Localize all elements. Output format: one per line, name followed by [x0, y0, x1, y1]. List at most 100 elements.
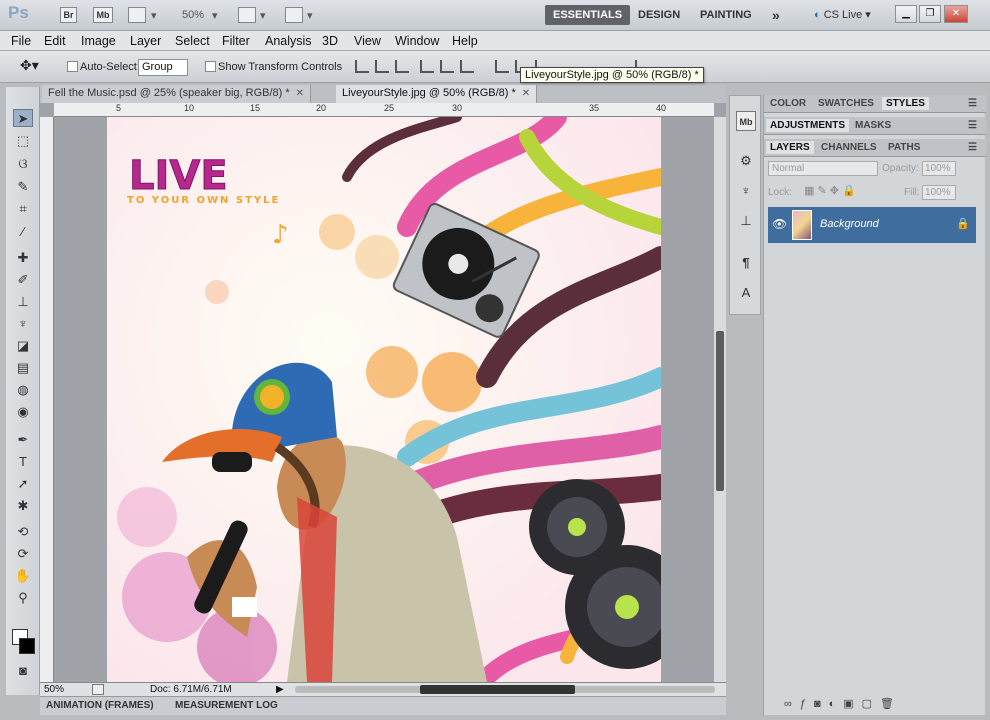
opacity-field[interactable]: 100% — [922, 161, 956, 176]
screen-mode-icon[interactable] — [285, 7, 303, 23]
align-right-icon[interactable] — [460, 60, 474, 73]
align-middle-icon[interactable] — [375, 60, 389, 73]
lasso-tool-icon[interactable]: ଓ — [13, 155, 33, 173]
3d-rotate-tool-icon[interactable]: ⟲ — [13, 523, 33, 541]
align-top-icon[interactable] — [355, 60, 369, 73]
chevron-down-icon[interactable]: ▾ — [151, 9, 157, 22]
zoom-level[interactable]: 50% — [182, 9, 204, 21]
arrange-documents-icon[interactable] — [238, 7, 256, 23]
workspace-painting-button[interactable]: PAINTING — [692, 5, 760, 25]
workspace-essentials-button[interactable]: ESSENTIALS — [545, 5, 631, 25]
clone-source-icon[interactable]: ⊥ — [736, 211, 756, 231]
panel-menu-icon[interactable]: ☰ — [964, 97, 981, 110]
minimize-button[interactable]: ▁ — [895, 5, 917, 23]
eyedropper-tool-icon[interactable]: ⁄ — [13, 223, 33, 241]
paragraph-panel-icon[interactable]: ¶ — [736, 253, 756, 273]
tab-adjustments[interactable]: ADJUSTMENTS — [766, 119, 850, 132]
menu-filter[interactable]: Filter — [222, 34, 250, 48]
zoom-tool-icon[interactable]: ⚲ — [13, 589, 33, 607]
panel-menu-icon[interactable]: ☰ — [964, 141, 981, 154]
align-center-icon[interactable] — [440, 60, 454, 73]
type-tool-icon[interactable]: T — [13, 453, 33, 471]
menu-select[interactable]: Select — [175, 34, 210, 48]
brush-tool-icon[interactable]: ✐ — [13, 271, 33, 289]
tab-layers[interactable]: LAYERS — [766, 141, 814, 154]
close-tab-icon[interactable]: ✕ — [522, 88, 530, 99]
3d-orbit-tool-icon[interactable]: ⟳ — [13, 545, 33, 563]
pen-tool-icon[interactable]: ✒ — [13, 431, 33, 449]
transform-controls-checkbox[interactable] — [205, 61, 216, 72]
tab-paths[interactable]: PATHS — [884, 141, 924, 154]
move-tool-preset-icon[interactable]: ✥▾ — [20, 57, 39, 74]
eraser-tool-icon[interactable]: ◪ — [13, 337, 33, 355]
chevron-down-icon[interactable]: ▾ — [307, 9, 313, 22]
more-workspaces-button[interactable]: » — [764, 5, 788, 25]
move-tool-icon[interactable]: ➤ — [13, 109, 33, 127]
hand-tool-icon[interactable]: ✋ — [13, 567, 33, 585]
menu-window[interactable]: Window — [395, 34, 439, 48]
align-left-icon[interactable] — [420, 60, 434, 73]
canvas-area[interactable]: LIVE TO YOUR OWN STYLE ♪ — [54, 117, 714, 682]
tab-animation-frames[interactable]: ANIMATION (FRAMES) — [46, 700, 154, 711]
vertical-scrollbar[interactable] — [714, 117, 726, 682]
scrollbar-thumb[interactable] — [716, 331, 724, 491]
layer-visibility-eye-icon[interactable]: 👁 — [772, 217, 787, 231]
dodge-tool-icon[interactable]: ◉ — [13, 403, 33, 421]
cs-live-button[interactable]: ◐ CS Live ▾ — [806, 5, 879, 25]
zoom-dropdown-icon[interactable]: ▾ — [212, 9, 218, 22]
tab-swatches[interactable]: SWATCHES — [814, 97, 878, 110]
layer-footer-icons[interactable]: ∞ƒ◙◐▣▢🗑 — [784, 697, 902, 710]
quick-select-tool-icon[interactable]: ✎ — [13, 178, 33, 196]
blend-mode-dropdown[interactable]: Normal — [768, 161, 878, 176]
menu-analysis[interactable]: Analysis — [265, 34, 312, 48]
artwork-canvas[interactable]: LIVE TO YOUR OWN STYLE ♪ — [107, 117, 661, 682]
status-menu-arrow-icon[interactable]: ▶ — [276, 684, 284, 695]
tab-channels[interactable]: CHANNELS — [817, 141, 881, 154]
status-zoom[interactable]: 50% — [44, 684, 64, 695]
bridge-button[interactable]: Br — [60, 7, 77, 23]
menu-help[interactable]: Help — [452, 34, 478, 48]
menu-layer[interactable]: Layer — [130, 34, 161, 48]
auto-select-checkbox[interactable] — [67, 61, 78, 72]
menu-file[interactable]: File — [11, 34, 31, 48]
layer-row-background[interactable]: 👁 Background 🔒 — [768, 207, 976, 243]
chevron-down-icon[interactable]: ▾ — [260, 9, 266, 22]
foreground-color-swatch[interactable] — [19, 638, 35, 654]
crop-tool-icon[interactable]: ⌗ — [13, 200, 33, 218]
shape-tool-icon[interactable]: ✱ — [13, 497, 33, 515]
mini-bridge-panel-icon[interactable]: Mb — [736, 111, 756, 131]
tab-live-your-style[interactable]: LiveyourStyle.jpg @ 50% (RGB/8) * ✕ — [336, 85, 538, 103]
align-bottom-icon[interactable] — [395, 60, 409, 73]
tab-fell-the-music[interactable]: Fell the Music.psd @ 25% (speaker big, R… — [42, 85, 312, 103]
workspace-design-button[interactable]: DESIGN — [630, 5, 688, 25]
tool-presets-icon[interactable]: ⚙ — [736, 151, 756, 171]
tab-masks[interactable]: MASKS — [851, 119, 895, 132]
extras-grid-icon[interactable] — [128, 7, 146, 23]
close-tab-icon[interactable]: ✕ — [296, 88, 304, 99]
menu-edit[interactable]: Edit — [44, 34, 66, 48]
quick-mask-icon[interactable]: ◙ — [13, 662, 33, 680]
brush-presets-icon[interactable]: ♆ — [736, 181, 756, 201]
tab-styles[interactable]: STYLES — [882, 97, 929, 110]
path-select-tool-icon[interactable]: ➚ — [13, 475, 33, 493]
menu-image[interactable]: Image — [81, 34, 116, 48]
panel-menu-icon[interactable]: ☰ — [964, 119, 981, 132]
tab-measurement-log[interactable]: MEASUREMENT LOG — [175, 700, 278, 711]
auto-select-dropdown[interactable]: Group — [138, 59, 188, 76]
marquee-tool-icon[interactable]: ⬚ — [13, 132, 33, 150]
menu-view[interactable]: View — [354, 34, 381, 48]
status-preview-icon[interactable] — [92, 684, 104, 695]
menu-3d[interactable]: 3D — [322, 34, 338, 48]
mini-bridge-button[interactable]: Mb — [93, 7, 113, 23]
restore-button[interactable]: ❐ — [919, 5, 941, 23]
distribute-top-icon[interactable] — [495, 60, 509, 73]
history-brush-tool-icon[interactable]: ♆ — [13, 315, 33, 333]
horizontal-scrollbar-thumb[interactable] — [420, 685, 575, 694]
clone-stamp-tool-icon[interactable]: ⊥ — [13, 293, 33, 311]
character-panel-icon[interactable]: A — [736, 283, 756, 303]
healing-brush-tool-icon[interactable]: ✚ — [13, 249, 33, 267]
tab-color[interactable]: COLOR — [766, 97, 810, 110]
close-button[interactable]: ✕ — [944, 5, 968, 23]
blur-tool-icon[interactable]: ◍ — [13, 381, 33, 399]
fill-field[interactable]: 100% — [922, 185, 956, 200]
